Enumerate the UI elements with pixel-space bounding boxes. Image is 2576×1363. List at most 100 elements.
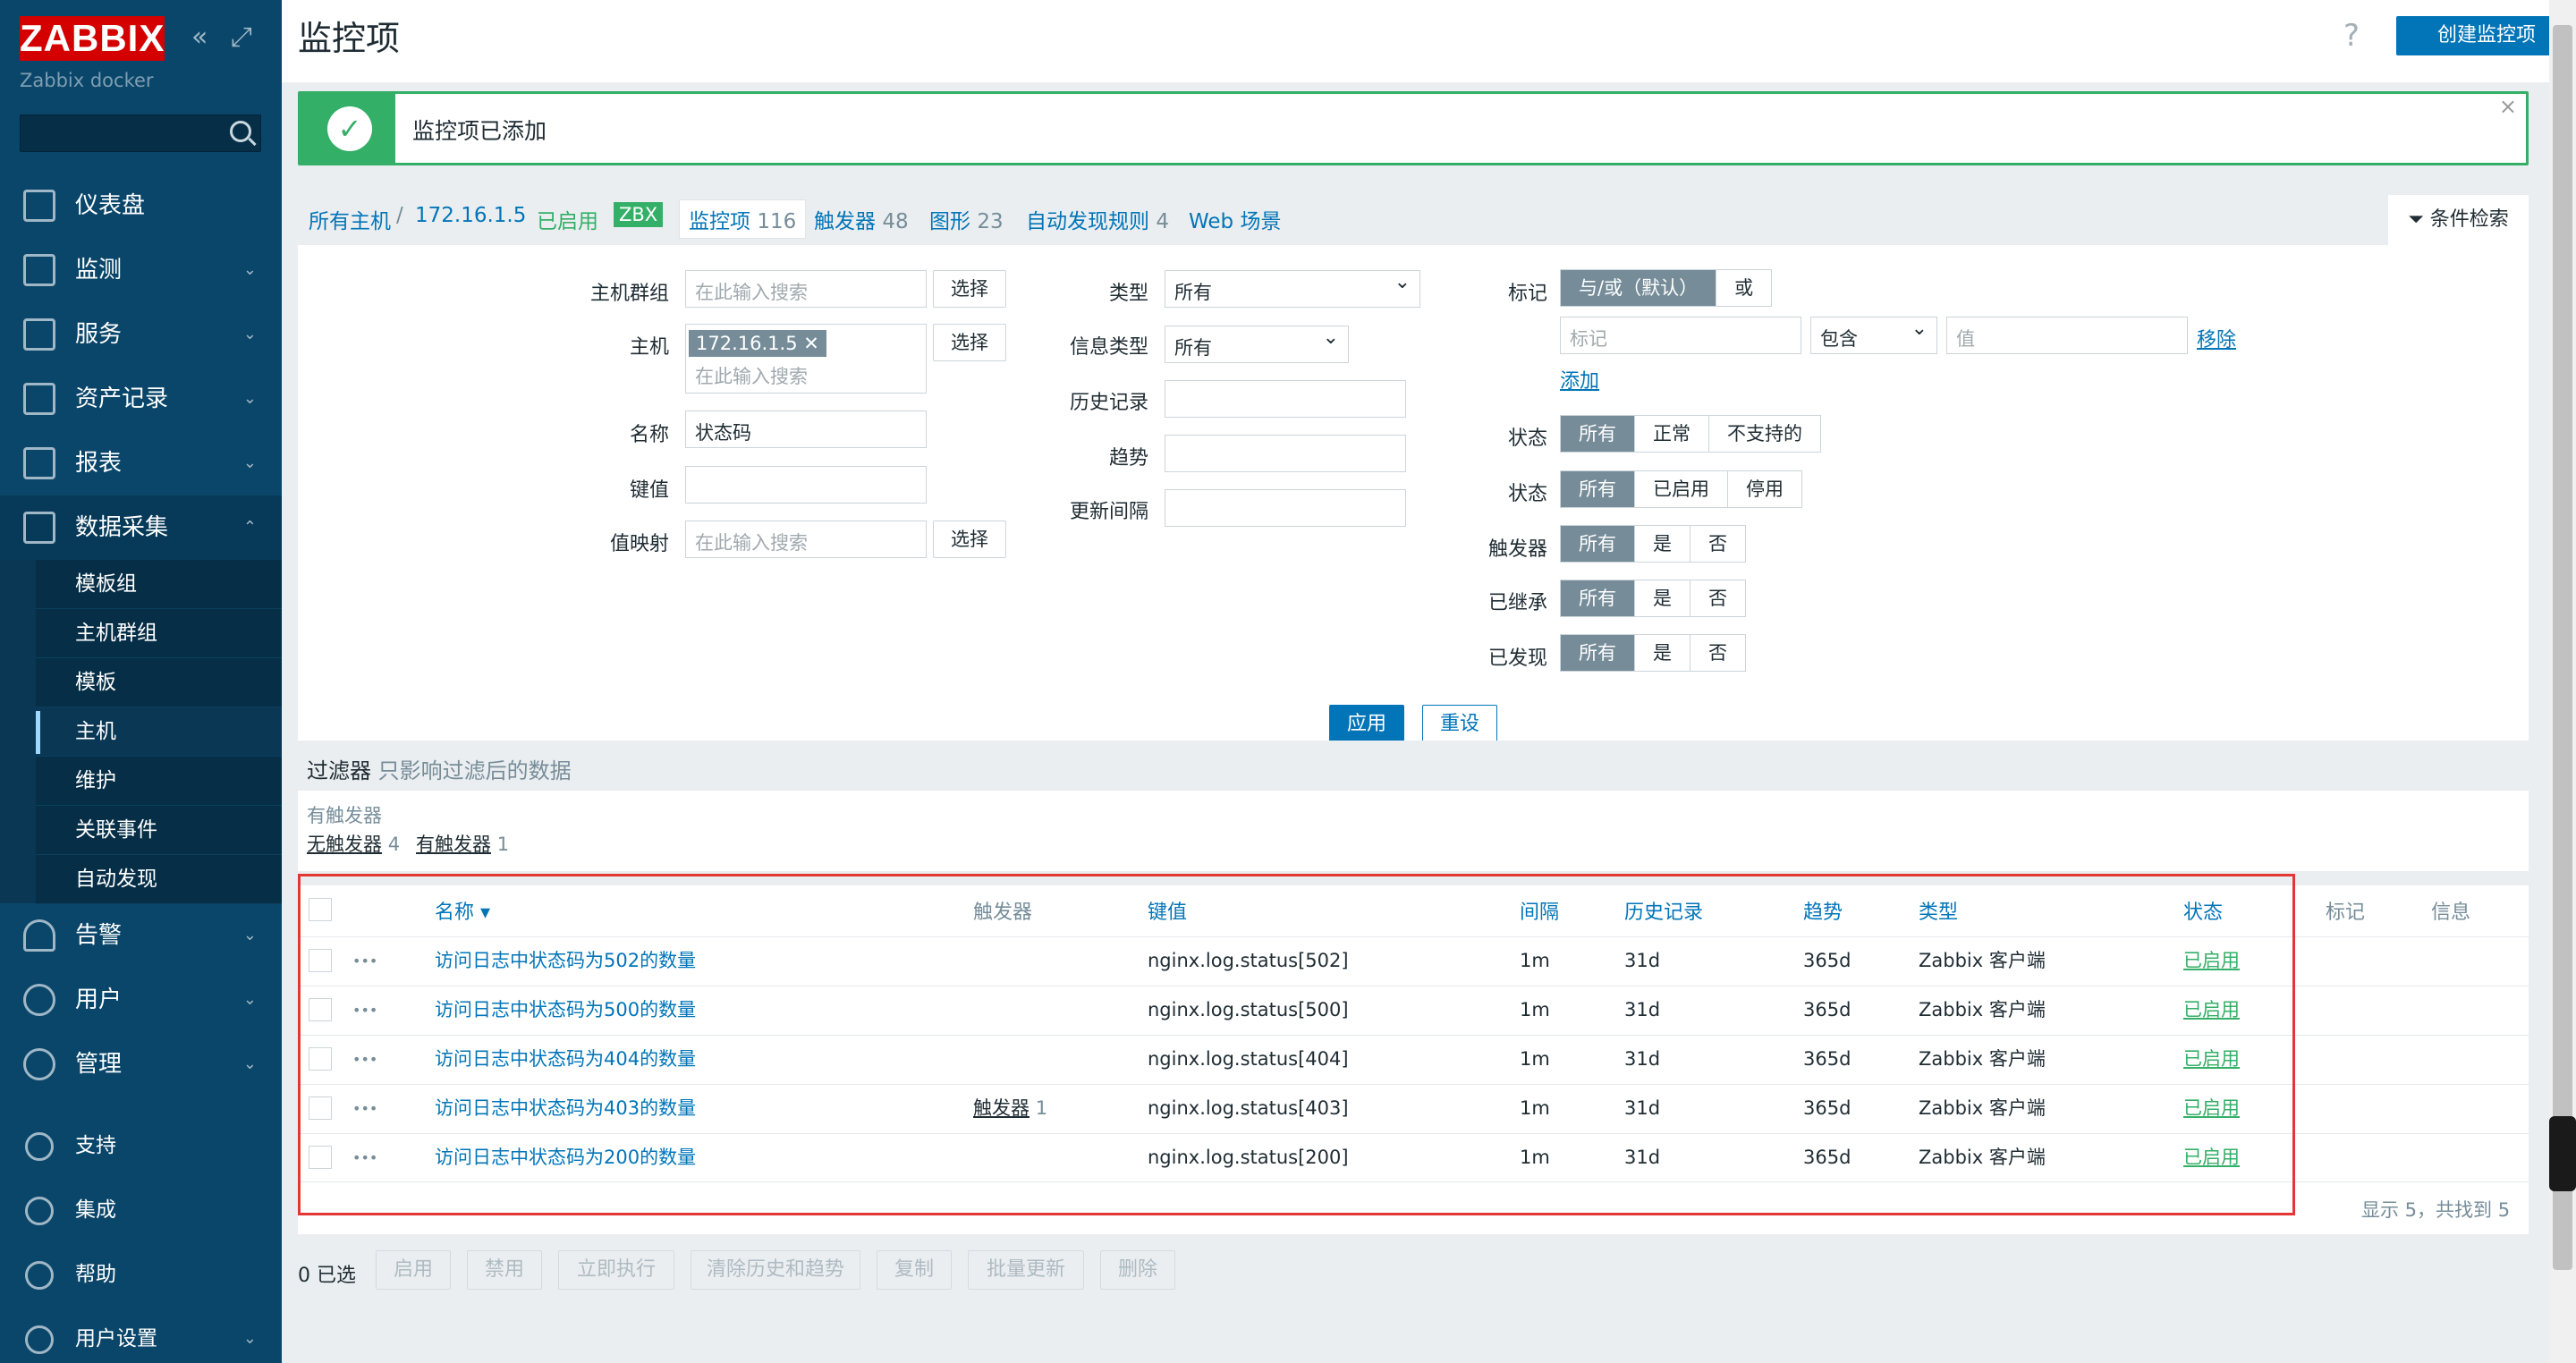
tag-operator-select[interactable]: 包含 — [1810, 317, 1937, 354]
tab-items[interactable]: 监控项 116 — [679, 199, 807, 239]
execute-now-button[interactable]: 立即执行 — [558, 1250, 674, 1290]
key-input[interactable] — [685, 466, 927, 504]
sub-template-groups[interactable]: 模板组 — [36, 560, 282, 609]
nav-integrations[interactable]: 集成 — [0, 1179, 282, 1241]
infotype-select[interactable]: 所有 — [1165, 326, 1349, 363]
nav-dashboard[interactable]: 仪表盘 — [0, 174, 282, 238]
tab-triggers[interactable]: 触发器 48 — [814, 204, 909, 234]
nav-monitoring[interactable]: 监测 ⌄ — [0, 238, 282, 302]
tag-input[interactable]: 标记 — [1560, 317, 1801, 354]
sub-maintenance[interactable]: 维护 — [36, 757, 282, 806]
search-icon[interactable] — [230, 121, 251, 142]
nav-data-collection[interactable]: 数据采集 ⌃ — [0, 495, 282, 560]
nav-administration[interactable]: 管理 ⌄ — [0, 1032, 282, 1096]
close-icon[interactable]: ✕ — [803, 333, 819, 354]
key-label: 键值 — [629, 479, 669, 502]
history-input[interactable] — [1165, 380, 1406, 418]
host-link[interactable]: 172.16.1.5 — [415, 204, 526, 227]
subfilter-title: 过滤器 只影响过滤后的数据 — [307, 758, 572, 783]
chevron-down-icon: ⌄ — [242, 926, 257, 944]
reset-button[interactable]: 重设 — [1422, 705, 1497, 744]
subfilter-group-title: 有触发器 — [307, 805, 382, 826]
server-name: Zabbix docker — [20, 70, 154, 91]
host-group-label: 主机群组 — [589, 283, 669, 305]
success-message: ✓ 监控项已添加 × — [298, 91, 2529, 165]
inherited-toggle[interactable]: 所有是否 — [1560, 580, 1746, 617]
nav-user-settings[interactable]: 用户设置 ⌄ — [0, 1308, 282, 1363]
nav-support[interactable]: 支持 — [0, 1114, 282, 1177]
sub-correlation[interactable]: 关联事件 — [36, 806, 282, 855]
chevron-up-icon: ⌃ — [242, 518, 257, 537]
host-group-input[interactable]: 在此输入搜索 — [685, 270, 927, 308]
chevron-down-icon: ⌄ — [242, 1329, 257, 1348]
trends-input[interactable] — [1165, 435, 1406, 472]
kiosk-mode-icon[interactable]: ⤢ — [231, 20, 252, 55]
chevron-down-icon: ⌄ — [242, 260, 257, 279]
page-header — [282, 0, 2549, 82]
tab-graphs[interactable]: 图形 23 — [929, 204, 1004, 234]
collapse-sidebar-icon[interactable]: « — [191, 20, 208, 55]
all-hosts-link[interactable]: 所有主机 — [309, 204, 391, 234]
sub-host-groups[interactable]: 主机群组 — [36, 609, 282, 658]
sidebar-search-input[interactable] — [20, 114, 261, 152]
sub-templates[interactable]: 模板 — [36, 658, 282, 707]
nav-users[interactable]: 用户 ⌄ — [0, 968, 282, 1032]
triggers-toggle[interactable]: 所有是否 — [1560, 525, 1746, 563]
name-label: 名称 — [629, 424, 669, 446]
nav-services[interactable]: 服务 ⌄ — [0, 302, 282, 367]
filter-icon: ⏷ — [2408, 208, 2424, 231]
host-select-button[interactable]: 选择 — [933, 324, 1006, 361]
side-widget[interactable] — [2549, 1116, 2576, 1191]
host-chip[interactable]: 172.16.1.5 ✕ — [689, 330, 826, 357]
discovered-label: 已发现 — [1487, 648, 1547, 670]
tab-discovery[interactable]: 自动发现规则 4 — [1026, 204, 1169, 234]
nav-alerts[interactable]: 告警 ⌄ — [0, 903, 282, 968]
name-input[interactable]: 状态码 — [685, 411, 927, 448]
valuemap-select-button[interactable]: 选择 — [933, 521, 1006, 558]
valuemap-input[interactable]: 在此输入搜索 — [685, 521, 927, 558]
delete-button[interactable]: 删除 — [1100, 1250, 1175, 1290]
interval-input[interactable] — [1165, 489, 1406, 527]
scrollbar-thumb[interactable] — [2553, 25, 2572, 1270]
inherited-label: 已继承 — [1487, 592, 1547, 614]
nav-inventory[interactable]: 资产记录 ⌄ — [0, 367, 282, 431]
tab-web[interactable]: Web 场景 — [1189, 204, 1281, 234]
bell-icon — [23, 919, 55, 952]
sub-hosts[interactable]: 主机 — [36, 707, 282, 757]
enable-button[interactable]: 启用 — [376, 1250, 451, 1290]
tags-andor-toggle[interactable]: 与/或（默认）或 — [1560, 269, 1773, 307]
subfilter-no-triggers[interactable]: 无触发器 4 — [307, 830, 400, 857]
scrollbar[interactable] — [2549, 0, 2576, 1363]
tags-label: 标记 — [1507, 283, 1547, 305]
subfilter-has-triggers[interactable]: 有触发器 1 — [416, 830, 509, 857]
filter-tab[interactable]: ⏷ 条件检索 — [2388, 195, 2529, 245]
type-select[interactable]: 所有 — [1165, 270, 1420, 308]
nav-help[interactable]: 帮助 — [0, 1243, 282, 1306]
state-toggle[interactable]: 所有 正常 不支持的 — [1560, 415, 1821, 453]
success-icon-box: ✓ — [301, 94, 395, 163]
copy-button[interactable]: 复制 — [877, 1250, 952, 1290]
headset-icon — [25, 1132, 54, 1161]
tag-remove-link[interactable]: 移除 — [2197, 324, 2236, 352]
host-group-select-button[interactable]: 选择 — [933, 270, 1006, 308]
status-toggle[interactable]: 所有 已启用 停用 — [1560, 470, 1802, 508]
tag-value-input[interactable]: 值 — [1946, 317, 2188, 354]
zabbix-logo[interactable]: ZABBIX — [20, 16, 165, 61]
mass-update-button[interactable]: 批量更新 — [968, 1250, 1084, 1290]
discovered-toggle[interactable]: 所有是否 — [1560, 634, 1746, 672]
host-label: 主机 — [629, 336, 669, 359]
disable-button[interactable]: 禁用 — [467, 1250, 542, 1290]
chevron-down-icon: ⌄ — [242, 990, 257, 1009]
sub-discovery[interactable]: 自动发现 — [36, 855, 282, 904]
help-icon[interactable]: ? — [2343, 18, 2360, 54]
clear-history-button[interactable]: 清除历史和趋势 — [691, 1250, 860, 1290]
close-icon[interactable]: × — [2499, 94, 2517, 119]
services-icon — [23, 318, 55, 351]
apply-button[interactable]: 应用 — [1329, 705, 1404, 744]
nav-reports[interactable]: 报表 ⌄ — [0, 431, 282, 495]
zbx-badge: ZBX — [614, 202, 664, 227]
submenu-bar — [0, 560, 36, 903]
interval-label: 更新间隔 — [1069, 501, 1148, 523]
tag-add-link[interactable]: 添加 — [1560, 365, 1599, 394]
subfilter-box: 有触发器 无触发器 4 有触发器 1 — [298, 791, 2529, 871]
